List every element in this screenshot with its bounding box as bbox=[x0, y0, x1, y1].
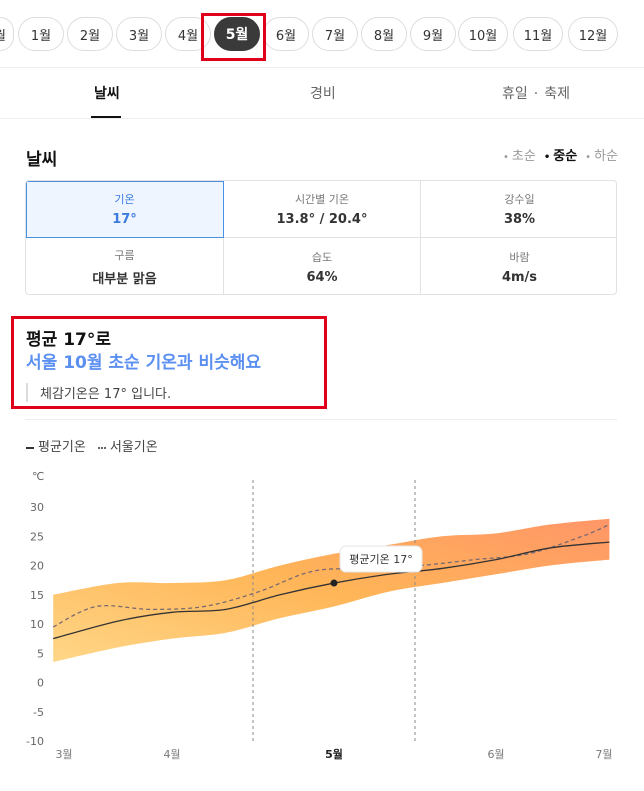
y-tick-label: -5 bbox=[33, 706, 44, 719]
y-tick-label: 5 bbox=[37, 647, 44, 660]
month-pill-7[interactable]: 7월 bbox=[312, 17, 358, 51]
temperature-chart: ℃ 30 25 20 15 10 5 0 -5 -10 평균기온 17° 3월 4월 5월 6월 7월 bbox=[26, 470, 613, 761]
stat-value: 17° bbox=[112, 212, 137, 227]
y-tick-label: 0 bbox=[37, 677, 44, 690]
tab-cost[interactable]: 경비 bbox=[310, 83, 336, 103]
season-late[interactable]: • 하순 bbox=[585, 145, 618, 164]
y-tick-label: 30 bbox=[30, 501, 44, 514]
month-pill-3[interactable]: 3월 bbox=[116, 17, 162, 51]
month-pill-2[interactable]: 2월 bbox=[67, 17, 113, 51]
y-tick-label: 10 bbox=[30, 618, 44, 631]
tab-holiday-festival[interactable]: 휴일 · 축제 bbox=[502, 83, 570, 103]
stat-label: 시간별 기온 bbox=[294, 193, 350, 206]
tab-active-indicator bbox=[91, 116, 121, 118]
y-axis-unit: ℃ bbox=[32, 470, 44, 483]
season-mid[interactable]: • 중순 bbox=[544, 145, 577, 164]
tooltip-point bbox=[330, 579, 338, 587]
stat-label: 기온 bbox=[114, 193, 135, 206]
season-filter: • 초순 • 중순 • 하순 bbox=[503, 145, 618, 164]
divider bbox=[25, 419, 617, 420]
stat-label: 구름 bbox=[114, 248, 135, 262]
feels-like-text: 체감기온은 17° 입니다. bbox=[26, 383, 171, 402]
month-pill-prev[interactable]: 월 bbox=[0, 17, 14, 51]
stat-rain-days[interactable]: 강수일 38% bbox=[421, 181, 616, 238]
y-tick-label: 25 bbox=[30, 530, 44, 543]
month-pill-1[interactable]: 1월 bbox=[18, 17, 64, 51]
section-title: 날씨 bbox=[26, 150, 58, 170]
month-pill-9[interactable]: 9월 bbox=[410, 17, 456, 51]
y-tick-label: 15 bbox=[30, 589, 44, 602]
weather-stats-grid: 기온 17° 시간별 기온 13.8° / 20.4° 강수일 38% 구름대부분 맑… bbox=[25, 180, 617, 295]
tooltip-text: 평균기온 17° bbox=[349, 553, 412, 566]
stat-humidity[interactable]: 습도 64% bbox=[224, 238, 421, 294]
stat-value: 대부분 맑음 bbox=[92, 271, 157, 287]
month-selector: 월1월2월3월4월5월6월7월8월9월10월11월12월 bbox=[0, 0, 644, 68]
month-pill-11[interactable]: 11월 bbox=[513, 17, 563, 51]
tab-weather[interactable]: 날씨 bbox=[94, 83, 120, 103]
x-tick-label: 6월 bbox=[487, 748, 504, 761]
bullet-icon: • bbox=[585, 152, 592, 163]
month-pill-8[interactable]: 8월 bbox=[361, 17, 407, 51]
month-pill-12[interactable]: 12월 bbox=[568, 17, 618, 51]
legend-avg-label: 평균기온 bbox=[38, 440, 86, 455]
month-pill-6[interactable]: 6월 bbox=[263, 17, 309, 51]
season-early[interactable]: • 초순 bbox=[503, 145, 536, 164]
stat-value: 4m/s bbox=[501, 269, 538, 285]
stat-label: 습도 bbox=[311, 250, 333, 264]
stat-label: 바람 bbox=[509, 250, 530, 264]
stat-wind[interactable]: 바람 4m/s bbox=[421, 238, 616, 294]
tab-separator-dot: · bbox=[533, 86, 539, 102]
bullet-icon: • bbox=[543, 152, 551, 163]
legend-dashed-swatch bbox=[97, 446, 106, 449]
chart-legend: 평균기온 서울기온 bbox=[26, 436, 158, 455]
stat-hourly-temperature[interactable]: 시간별 기온 13.8° / 20.4° bbox=[224, 181, 421, 238]
y-tick-label: -10 bbox=[26, 735, 44, 748]
stat-value: 64% bbox=[306, 269, 338, 285]
stat-label: 강수일 bbox=[504, 193, 535, 206]
x-tick-label: 4월 bbox=[163, 748, 180, 761]
month-pill-10[interactable]: 10월 bbox=[458, 17, 508, 51]
temperature-range-band bbox=[53, 518, 610, 663]
tab-holiday-label: 휴일 bbox=[502, 86, 528, 102]
tab-festival-label: 축제 bbox=[544, 86, 570, 102]
stat-temperature[interactable]: 기온 17° bbox=[26, 181, 224, 238]
legend-seoul[interactable]: 서울기온 bbox=[97, 436, 158, 455]
legend-avg[interactable]: 평균기온 bbox=[26, 436, 86, 455]
comparison-text: 서울 10월 초순 기온과 비슷해요 bbox=[26, 353, 262, 373]
season-late-label: 하순 bbox=[594, 149, 618, 164]
season-mid-label: 중순 bbox=[553, 149, 578, 164]
x-tick-label: 5월 bbox=[325, 747, 343, 761]
highlight-box-month bbox=[201, 13, 266, 61]
y-tick-label: 20 bbox=[30, 560, 44, 573]
season-early-label: 초순 bbox=[511, 149, 536, 164]
stat-value: 38% bbox=[503, 212, 536, 227]
stat-clouds[interactable]: 구름대부분 맑음 bbox=[26, 238, 224, 294]
x-tick-label: 7월 bbox=[595, 748, 612, 761]
legend-solid-swatch bbox=[26, 446, 34, 449]
tab-bar: 날씨 경비 휴일 · 축제 bbox=[0, 69, 644, 119]
average-temperature-text: 평균 17°로 bbox=[26, 330, 111, 350]
x-tick-label: 3월 bbox=[55, 748, 72, 761]
legend-seoul-label: 서울기온 bbox=[109, 440, 158, 455]
bullet-icon: • bbox=[503, 152, 509, 163]
stat-value: 13.8° / 20.4° bbox=[276, 212, 368, 227]
